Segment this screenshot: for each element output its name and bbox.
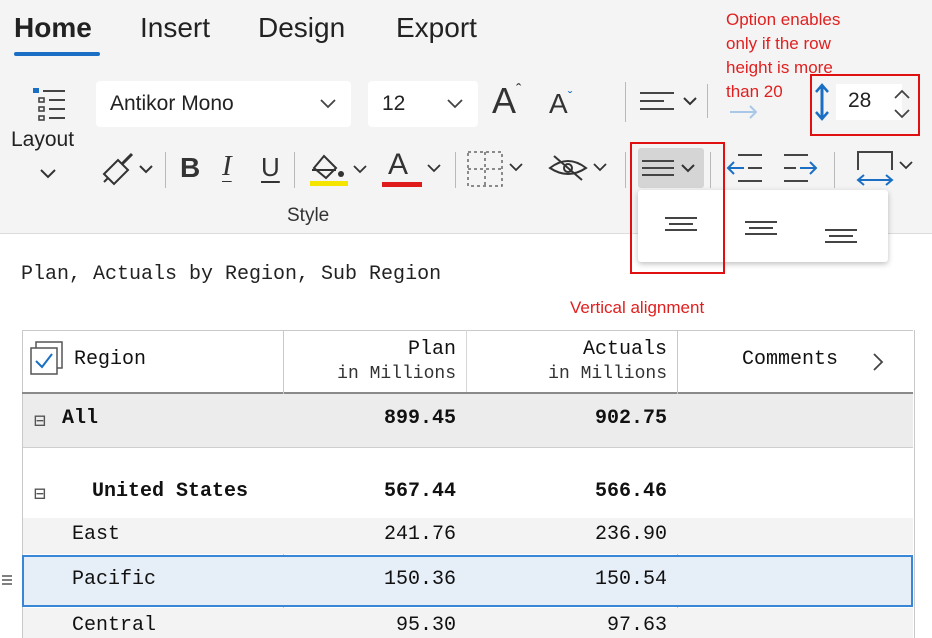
caret-down-icon: ˇ: [567, 88, 573, 104]
caret-up-icon: ˆ: [516, 82, 522, 99]
separator: [707, 84, 708, 118]
font-color-button[interactable]: A: [388, 148, 408, 182]
chevron-down-icon[interactable]: [424, 158, 444, 178]
column-width-icon[interactable]: [854, 148, 920, 190]
table-title: Plan, Actuals by Region, Sub Region: [21, 263, 442, 286]
font-family-select[interactable]: Antikor Mono: [96, 81, 351, 127]
note-line: Option enables: [726, 10, 841, 29]
format-painter-icon[interactable]: [96, 150, 158, 188]
underline-button[interactable]: U: [261, 152, 280, 183]
header-actuals[interactable]: Actuals: [466, 338, 677, 362]
tab-export[interactable]: Export: [396, 12, 477, 44]
header-comments[interactable]: Comments: [742, 348, 838, 371]
shrink-font-button[interactable]: Aˇ: [549, 88, 572, 120]
layout-label[interactable]: Layout: [11, 128, 74, 152]
align-bottom-option[interactable]: [802, 194, 880, 258]
chevron-down-icon: [446, 81, 464, 127]
row-height-highlight: [810, 74, 920, 136]
separator: [294, 152, 295, 188]
active-tab-indicator: [14, 52, 100, 56]
header-plan-unit: in Millions: [337, 364, 456, 384]
horizontal-align-button[interactable]: [636, 82, 702, 122]
actuals-value: 902.75: [594, 407, 667, 430]
grow-font-label: A: [492, 80, 517, 121]
separator: [625, 82, 626, 122]
separator: [455, 152, 456, 188]
separator: [625, 152, 626, 188]
plan-value: 899.45: [383, 407, 456, 430]
actuals-value: 236.90: [594, 523, 667, 546]
collapse-icon[interactable]: ⊟: [34, 481, 46, 507]
select-all-checkbox-icon[interactable]: [27, 339, 67, 379]
style-group-label: Style: [287, 205, 330, 226]
bold-button[interactable]: B: [180, 152, 200, 184]
layout-icon[interactable]: [24, 82, 74, 126]
separator: [165, 152, 166, 188]
header-plan[interactable]: Plan: [283, 338, 466, 362]
font-family-value: Antikor Mono: [110, 92, 234, 115]
row-label: United States: [92, 480, 249, 503]
tab-home[interactable]: Home: [14, 12, 92, 44]
row-label: East: [72, 523, 121, 546]
vertical-align-highlight: [630, 142, 725, 274]
header-actuals-unit: in Millions: [548, 364, 667, 384]
header-region[interactable]: Region: [74, 348, 146, 371]
plan-value: 95.30: [395, 614, 456, 637]
plan-value: 567.44: [383, 480, 456, 503]
vertical-alignment-note: Vertical alignment: [570, 298, 705, 317]
note-line: only if the row: [726, 34, 831, 53]
drag-handle-icon[interactable]: [0, 570, 14, 590]
tab-insert[interactable]: Insert: [140, 12, 210, 44]
actuals-value: 566.46: [594, 480, 667, 503]
layout-chevron-down-icon[interactable]: [36, 162, 60, 186]
indent-icon[interactable]: [778, 150, 822, 186]
font-size-value: 12: [382, 92, 406, 115]
row-label: Pacific: [72, 568, 157, 591]
plan-value: 150.36: [383, 568, 456, 591]
font-size-select[interactable]: 12: [368, 81, 478, 127]
tab-design[interactable]: Design: [258, 12, 345, 44]
row-label: Central: [72, 614, 157, 637]
actuals-value: 150.54: [594, 568, 667, 591]
actuals-value: 97.63: [606, 614, 667, 637]
fill-color-button[interactable]: [306, 148, 372, 190]
grow-font-button[interactable]: Aˆ: [492, 80, 521, 122]
italic-button[interactable]: I: [222, 150, 232, 183]
chevron-right-icon[interactable]: [866, 348, 890, 376]
font-color-swatch: [382, 182, 422, 187]
chevron-down-icon: [319, 81, 337, 127]
separator: [834, 152, 835, 188]
hide-eye-icon[interactable]: [546, 150, 612, 188]
borders-button[interactable]: [464, 148, 530, 190]
collapse-icon[interactable]: ⊟: [34, 408, 46, 434]
plan-value: 241.76: [383, 523, 456, 546]
shrink-font-label: A: [549, 88, 568, 119]
outdent-icon[interactable]: [722, 150, 766, 186]
align-middle-option[interactable]: [722, 194, 800, 258]
row-label: All: [62, 407, 99, 430]
